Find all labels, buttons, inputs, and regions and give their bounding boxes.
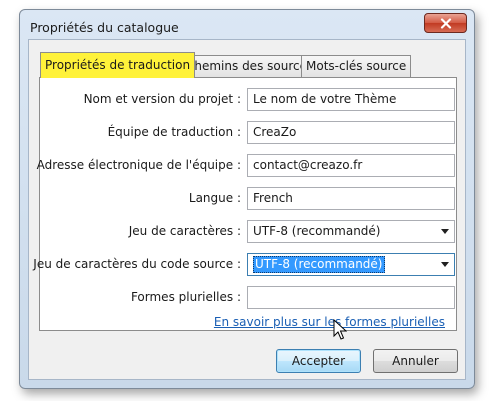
charset-value: UTF-8 (recommandé)	[253, 224, 381, 238]
project-name-input[interactable]: Le nom de votre Thème	[247, 88, 455, 111]
language-input[interactable]: French	[247, 187, 455, 210]
language-label: Langue :	[188, 191, 241, 205]
cancel-button[interactable]: Annuler	[373, 349, 458, 373]
plural-forms-help-link[interactable]: En savoir plus sur les formes plurielles	[214, 315, 445, 329]
accept-button[interactable]: Accepter	[276, 349, 361, 373]
chevron-down-icon[interactable]	[441, 229, 449, 234]
dialog-title: Propriétés du catalogue	[30, 20, 179, 35]
source-charset-select[interactable]: UTF-8 (recommandé)	[247, 253, 455, 276]
team-input[interactable]: CreaZo	[247, 121, 455, 144]
close-icon	[440, 17, 451, 29]
close-button[interactable]	[424, 13, 467, 33]
plural-forms-input[interactable]	[247, 286, 455, 309]
source-charset-label: Jeu de caractères du code source :	[33, 257, 241, 271]
team-label: Équipe de traduction :	[107, 125, 241, 139]
plural-forms-label: Formes plurielles :	[130, 290, 241, 304]
catalog-properties-dialog: Propriétés du catalogue Propriétés de tr…	[19, 9, 475, 389]
tab-source-keywords[interactable]: Mots-clés source	[301, 55, 412, 77]
tab-translation-properties[interactable]: Propriétés de traduction	[40, 52, 196, 78]
charset-select[interactable]: UTF-8 (recommandé)	[247, 220, 455, 243]
source-charset-value: UTF-8 (recommandé)	[253, 256, 385, 273]
team-email-input[interactable]: contact@creazo.fr	[247, 154, 455, 177]
project-name-label: Nom et version du projet :	[83, 92, 241, 106]
dialog-body: Propriétés de traduction Chemins des sou…	[28, 39, 466, 380]
mouse-cursor-icon	[333, 319, 347, 340]
charset-label: Jeu de caractères :	[128, 224, 241, 238]
chevron-down-icon[interactable]	[441, 262, 449, 267]
tab-panel: Nom et version du projet : Le nom de vot…	[33, 77, 457, 331]
team-email-label: Adresse électronique de l'équipe :	[36, 158, 241, 172]
tab-source-paths[interactable]: Chemins des sources	[181, 55, 319, 77]
